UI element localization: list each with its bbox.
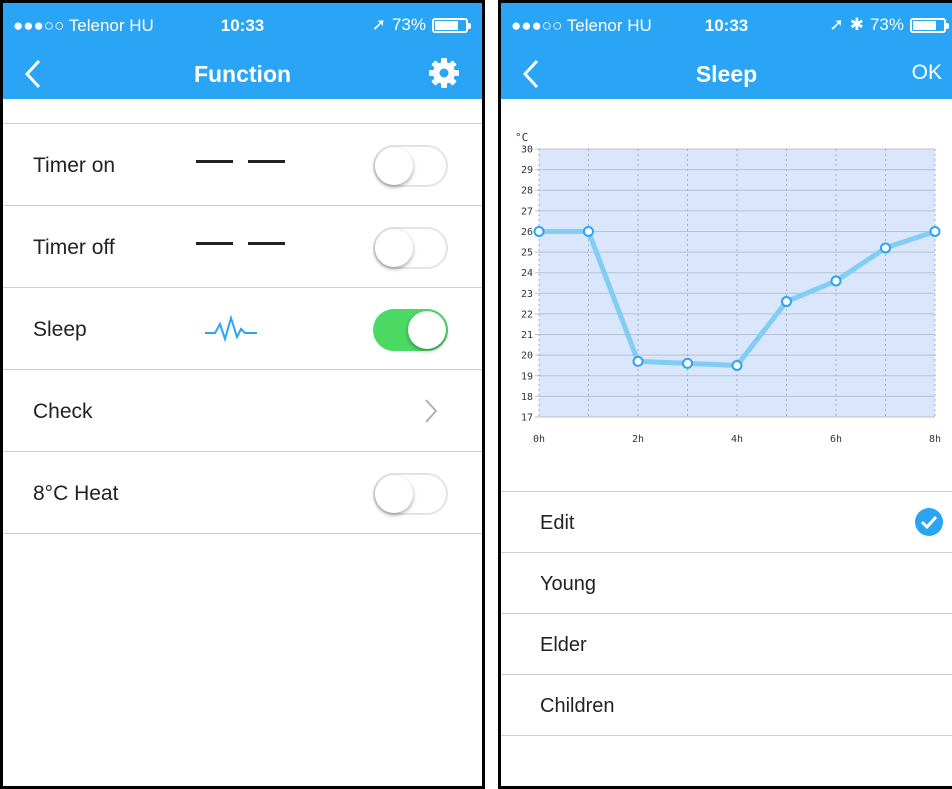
data-point <box>880 242 891 254</box>
x-tick-label: 4h <box>731 434 743 445</box>
sleep-chart-svg[interactable]: 17 18 19 20 21 22 23 24 25 26 27 28 29 30 0h 2h 4h 6h 8h °C <box>501 99 952 469</box>
row-check[interactable]: Check <box>3 370 482 452</box>
timer-off-value <box>196 242 285 245</box>
x-tick-label: 2h <box>632 434 644 445</box>
y-tick-label: 20 <box>521 351 533 362</box>
mode-edit[interactable]: Edit <box>501 492 952 553</box>
y-tick-label: 27 <box>521 206 533 217</box>
sleep-toggle[interactable] <box>373 309 448 351</box>
nav-bar: Function <box>3 41 482 99</box>
mode-edit-label: Edit <box>540 512 575 534</box>
back-icon[interactable] <box>517 57 547 91</box>
row-sleep: Sleep <box>3 288 482 370</box>
status-right: ➚ 73% <box>371 15 471 35</box>
mode-elder-label: Elder <box>540 634 587 656</box>
bluetooth-icon: ✱ <box>849 15 864 34</box>
row-timer-on: Timer on <box>3 124 482 206</box>
row-timer-off: Timer off <box>3 206 482 288</box>
mode-young[interactable]: Young <box>501 553 952 614</box>
page-title: Function <box>193 61 292 87</box>
nav-bar: Sleep OK <box>501 41 952 99</box>
sleep-curve-chart: 17 18 19 20 21 22 23 24 25 26 27 28 29 30 0h 2h 4h 6h 8h °C <box>501 99 952 469</box>
header-bar: ●●●○○ Telenor HU 10:33 ➚ ✱ 73% Sleep OK <box>501 3 952 99</box>
battery-icon <box>432 17 471 33</box>
timer-off-toggle[interactable] <box>373 227 448 269</box>
data-point <box>533 225 545 237</box>
data-point <box>632 355 644 367</box>
data-point <box>731 359 743 371</box>
clock: 10:33 <box>220 16 265 35</box>
mode-children-label: Children <box>540 695 615 717</box>
timer-on-value <box>196 160 285 163</box>
location-icon: ➚ <box>371 15 386 34</box>
timer-on-label: Timer on <box>33 154 116 177</box>
battery-percent: 73% <box>391 15 426 34</box>
x-tick-label: 6h <box>830 434 842 445</box>
header-bar: ●●●○○ Telenor HU 10:33 ➚ 73% Function <box>3 3 482 99</box>
sleep-label: Sleep <box>33 318 87 341</box>
function-list: Timer on Timer off Sleep Check 8°C Heat <box>3 123 482 534</box>
data-point <box>929 225 941 237</box>
carrier-label: ●●●○○ Telenor HU <box>13 16 154 35</box>
x-tick-label: 8h <box>929 434 941 445</box>
checkmark-icon <box>915 508 943 536</box>
y-tick-label: 23 <box>521 289 533 300</box>
function-screen: ●●●○○ Telenor HU 10:33 ➚ 73% Function Ti… <box>0 0 485 789</box>
y-tick-label: 26 <box>521 227 533 238</box>
y-tick-label: 18 <box>521 392 533 403</box>
y-axis-label: °C <box>515 131 528 144</box>
y-tick-label: 28 <box>521 186 533 197</box>
y-tick-label: 29 <box>521 165 533 176</box>
y-tick-label: 30 <box>521 145 533 156</box>
y-tick-label: 24 <box>521 268 533 279</box>
timer-off-label: Timer off <box>33 236 115 259</box>
y-tick-label: 21 <box>521 330 533 341</box>
status-right: ➚ ✱ 73% <box>829 15 949 35</box>
status-bar: ●●●○○ Telenor HU 10:33 ➚ ✱ 73% <box>501 3 952 41</box>
y-tick-label: 17 <box>521 413 533 424</box>
data-point <box>682 357 693 369</box>
status-bar: ●●●○○ Telenor HU 10:33 ➚ 73% <box>3 3 482 41</box>
data-point <box>830 275 842 287</box>
y-tick-label: 19 <box>521 371 533 382</box>
timer-on-toggle[interactable] <box>373 145 448 187</box>
battery-percent: 73% <box>869 15 904 34</box>
ok-button[interactable]: OK <box>912 61 942 85</box>
sleep-screen: ●●●○○ Telenor HU 10:33 ➚ ✱ 73% Sleep OK … <box>498 0 952 789</box>
row-8c-heat: 8°C Heat <box>3 452 482 534</box>
chevron-right-icon[interactable] <box>424 398 438 424</box>
mode-young-label: Young <box>540 573 596 595</box>
heat-toggle[interactable] <box>373 473 448 515</box>
sleep-mode-list: Edit Young Elder Children <box>501 491 952 736</box>
battery-icon <box>910 17 949 33</box>
gear-icon[interactable] <box>428 57 460 89</box>
mode-elder[interactable]: Elder <box>501 614 952 675</box>
check-label: Check <box>33 400 93 423</box>
data-point <box>583 225 594 237</box>
clock: 10:33 <box>704 16 749 35</box>
y-tick-label: 22 <box>521 309 533 320</box>
y-tick-label: 25 <box>521 248 533 259</box>
x-tick-label: 0h <box>533 434 545 445</box>
pulse-icon <box>205 315 257 343</box>
carrier-label: ●●●○○ Telenor HU <box>511 16 652 35</box>
mode-children[interactable]: Children <box>501 675 952 736</box>
page-title: Sleep <box>695 61 758 87</box>
location-icon: ➚ <box>829 15 844 34</box>
heat-label: 8°C Heat <box>33 482 119 505</box>
back-icon[interactable] <box>19 57 49 91</box>
data-point <box>781 296 792 308</box>
